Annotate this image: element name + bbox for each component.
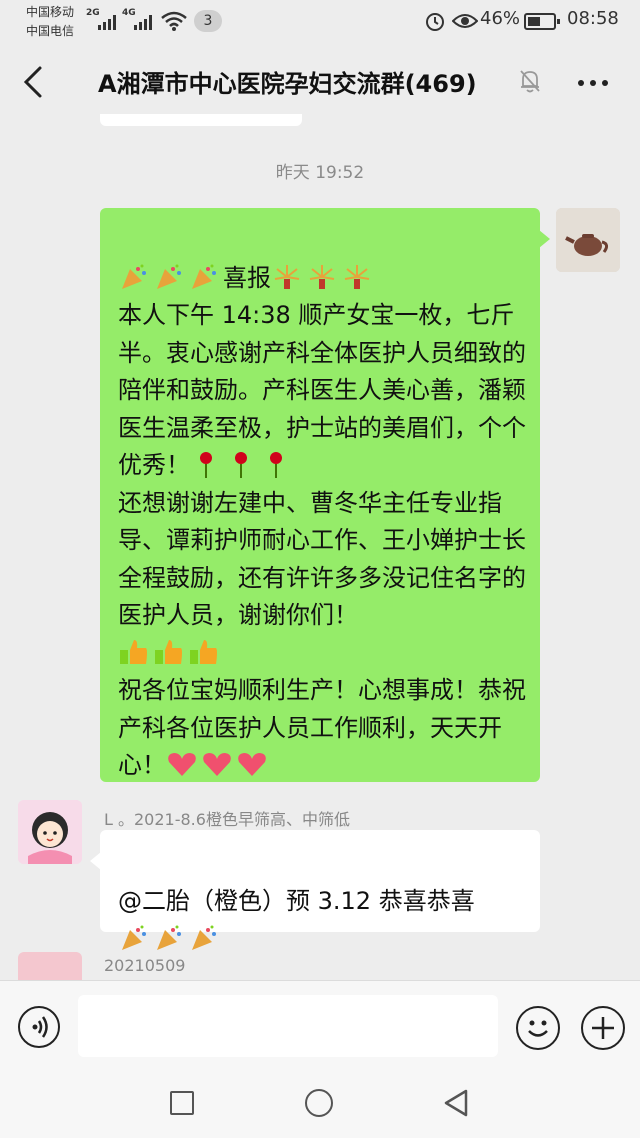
thumbs-up-icon	[188, 638, 220, 666]
message-text-input[interactable]	[78, 995, 498, 1057]
eye-icon	[452, 14, 478, 28]
status-bar: 中国移动 中国电信 2G 4G 3 46% 08:58	[0, 0, 640, 44]
battery-icon	[524, 13, 560, 30]
message-timestamp: 昨天 19:52	[275, 163, 365, 183]
party-popper-icon	[153, 263, 185, 291]
carrier-primary: 中国移动	[26, 5, 75, 19]
fireworks-icon	[271, 263, 303, 291]
message-body-1: 本人下午 14:38 顺产女宝一枚，七斤半。衷心感谢产科全体医护人员细致的陪伴和…	[118, 301, 526, 479]
recent-apps-button[interactable]	[170, 1091, 194, 1115]
reply-message-bubble[interactable]: @二胎（橙色）预 3.12 恭喜恭喜	[90, 830, 540, 950]
rose-icon	[190, 450, 222, 478]
voice-icon	[32, 1016, 48, 1038]
party-popper-icon	[118, 924, 150, 952]
my-avatar[interactable]	[556, 208, 620, 272]
thumbs-up-icon	[153, 638, 185, 666]
member-avatar[interactable]	[18, 952, 82, 980]
smiley-icon	[528, 1020, 548, 1037]
battery-percent: 46%	[480, 8, 521, 29]
party-popper-icon	[188, 263, 220, 291]
signal-icon	[134, 14, 152, 30]
reply-sender-name: L 。2021-8.6橙色早筛高、中筛低	[104, 810, 350, 829]
heart-icon	[166, 750, 198, 778]
message-input-bar	[0, 980, 640, 1062]
signal-icon	[98, 14, 116, 30]
party-popper-icon	[118, 263, 150, 291]
clock: 08:58	[567, 8, 619, 29]
heart-icon	[201, 750, 233, 778]
plus-icon	[592, 1017, 614, 1039]
message-heading: 喜报	[223, 263, 271, 292]
emoji-button[interactable]	[516, 1006, 560, 1050]
mute-bell-icon	[520, 70, 540, 93]
cartoon-girl-image	[18, 800, 82, 864]
system-nav-bar	[0, 1062, 640, 1138]
back-arrow-icon[interactable]	[16, 62, 52, 102]
rose-icon	[225, 450, 257, 478]
party-popper-icon	[153, 924, 185, 952]
fireworks-icon	[341, 263, 373, 291]
home-button[interactable]	[305, 1089, 333, 1117]
notification-count-badge: 3	[194, 10, 222, 32]
party-popper-icon	[188, 924, 220, 952]
more-options-button[interactable]	[578, 80, 608, 86]
next-sender-name: 20210509	[104, 956, 186, 975]
my-message-bubble[interactable]: 喜报 本人下午 14:38 顺产女宝一枚，七斤半。衷心感谢产科全体医护人员细致的…	[100, 208, 550, 782]
reply-text: @二胎（橙色）预 3.12 恭喜恭喜	[118, 887, 475, 915]
member-avatar[interactable]	[18, 800, 82, 864]
heart-icon	[236, 750, 268, 778]
chat-header: A湘潭市中心医院孕妇交流群(469)	[0, 44, 640, 120]
wifi-icon	[161, 11, 187, 31]
alarm-clock-icon	[426, 13, 444, 31]
chat-title: A湘潭市中心医院孕妇交流群(469)	[98, 70, 477, 98]
fireworks-icon	[306, 263, 338, 291]
previous-message-bubble	[100, 114, 302, 126]
voice-input-button[interactable]	[18, 1006, 60, 1048]
teapot-image	[556, 208, 620, 272]
thumbs-up-icon	[118, 638, 150, 666]
system-back-icon[interactable]	[442, 1088, 470, 1118]
more-functions-button[interactable]	[581, 1006, 625, 1050]
carrier-secondary: 中国电信	[26, 24, 75, 38]
rose-icon	[260, 450, 292, 478]
message-body-2: 还想谢谢左建中、曹冬华主任专业指导、谭莉护师耐心工作、王小婵护士长全程鼓励，还有…	[118, 488, 526, 630]
